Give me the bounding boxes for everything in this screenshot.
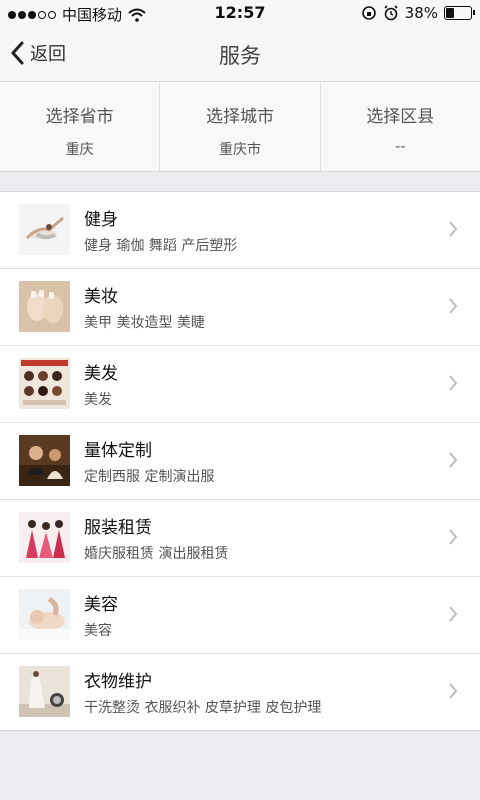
district-selector[interactable]: 选择区县 --: [321, 82, 480, 171]
beauty-thumbnail: [19, 589, 70, 640]
battery-fill: [446, 8, 454, 18]
service-title: 美容: [84, 595, 118, 615]
district-title: 选择区县: [366, 107, 435, 127]
chevron-right-icon: [449, 221, 458, 237]
city-value: 重庆市: [218, 142, 261, 158]
tailoring-thumbnail: [19, 435, 70, 486]
page-title: 服务: [219, 44, 261, 68]
hair-thumbnail: [19, 358, 70, 409]
chevron-right-icon: [449, 452, 458, 468]
service-item-tailoring[interactable]: 量体定制 定制西服 定制演出服: [0, 423, 480, 500]
service-title: 服装租赁: [84, 518, 152, 538]
province-title: 选择省市: [45, 107, 114, 127]
province-selector[interactable]: 选择省市 重庆: [0, 82, 161, 171]
status-bar: 中国移动 12:57 38%: [0, 0, 480, 28]
chevron-right-icon: [449, 529, 458, 545]
service-title: 美妆: [84, 287, 118, 307]
service-title: 健身: [84, 210, 118, 230]
region-selector: 选择省市 重庆 选择城市 重庆市 选择区县 --: [0, 82, 480, 172]
service-item-hair[interactable]: 美发 美发: [0, 346, 480, 423]
service-title: 美发: [84, 364, 118, 384]
app-screen: 中国移动 12:57 38% 返回 服务 选择省市 重庆 选择城市 重庆市 选择…: [0, 0, 480, 800]
service-subtitle: 美容: [84, 623, 112, 639]
status-right: 38%: [361, 4, 475, 22]
service-item-costume-rental[interactable]: 服装租赁 婚庆服租赁 演出服租赁: [0, 500, 480, 577]
service-item-fitness[interactable]: 健身 健身 瑜伽 舞蹈 产后塑形: [0, 192, 480, 269]
costume-rental-thumbnail: [19, 512, 70, 563]
service-title: 量体定制: [84, 441, 152, 461]
district-value: --: [395, 139, 406, 155]
rotation-lock-icon: [361, 6, 376, 20]
service-subtitle: 定制西服 定制演出服: [84, 469, 215, 485]
service-item-garment-care[interactable]: 衣物维护 干洗整烫 衣服织补 皮草护理 皮包护理: [0, 654, 480, 730]
city-title: 选择城市: [205, 107, 274, 127]
service-title: 衣物维护: [84, 672, 152, 692]
makeup-thumbnail: [19, 281, 70, 332]
battery-icon: [444, 6, 475, 20]
service-list: 健身 健身 瑜伽 舞蹈 产后塑形 美妆 美甲 美妆造型 美睫 美发 美发 量体定…: [0, 191, 480, 731]
service-subtitle: 干洗整烫 衣服织补 皮草护理 皮包护理: [84, 700, 322, 716]
city-selector[interactable]: 选择城市 重庆市: [160, 82, 321, 171]
service-subtitle: 美甲 美妆造型 美睫: [84, 315, 205, 331]
service-subtitle: 婚庆服租赁 演出服租赁: [84, 546, 229, 562]
chevron-right-icon: [449, 683, 458, 699]
service-item-makeup[interactable]: 美妆 美甲 美妆造型 美睫: [0, 269, 480, 346]
service-subtitle: 美发: [84, 392, 112, 408]
chevron-right-icon: [449, 375, 458, 391]
service-item-beauty[interactable]: 美容 美容: [0, 577, 480, 654]
province-value: 重庆: [65, 142, 94, 158]
nav-bar: 返回 服务: [0, 28, 480, 82]
service-subtitle: 健身 瑜伽 舞蹈 产后塑形: [84, 238, 238, 254]
alarm-icon: [384, 5, 398, 21]
chevron-right-icon: [449, 606, 458, 622]
garment-care-thumbnail: [19, 666, 70, 717]
chevron-right-icon: [449, 298, 458, 314]
battery-percent: 38%: [404, 4, 438, 22]
fitness-thumbnail: [19, 204, 70, 255]
